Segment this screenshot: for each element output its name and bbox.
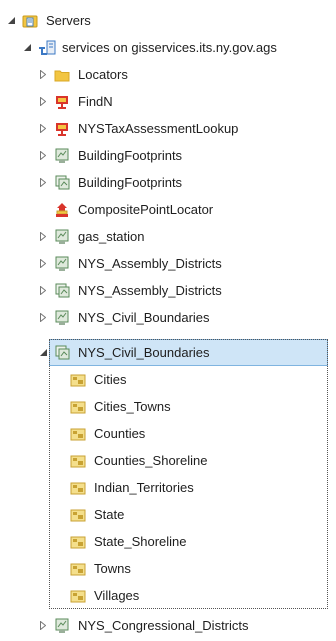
tree-node-label: NYSTaxAssessmentLookup bbox=[78, 121, 239, 136]
tree-node-label: BuildingFootprints bbox=[78, 148, 183, 163]
collapsed-arrow-icon[interactable] bbox=[38, 313, 48, 323]
tree-node-label: FindN bbox=[78, 94, 113, 109]
collapsed-arrow-icon[interactable] bbox=[38, 70, 48, 80]
map-service-icon bbox=[54, 618, 70, 634]
polygon-layer-icon bbox=[70, 480, 86, 496]
collapsed-arrow-icon[interactable] bbox=[38, 178, 48, 188]
tree-node-layer[interactable]: Towns bbox=[0, 555, 336, 582]
tree-node-service[interactable]: NYS_Civil_Boundaries bbox=[0, 304, 336, 331]
server-folder-icon bbox=[22, 13, 38, 29]
tree-node-layer[interactable]: State_Shoreline bbox=[0, 528, 336, 555]
tree-node-label: NYS_Civil_Boundaries bbox=[78, 345, 210, 360]
expanded-arrow-icon[interactable] bbox=[6, 16, 16, 26]
tree-node-layer[interactable]: Counties_Shoreline bbox=[0, 447, 336, 474]
map-service-icon bbox=[54, 310, 70, 326]
collapsed-arrow-icon[interactable] bbox=[38, 286, 48, 296]
tree-node-service[interactable]: CompositePointLocator bbox=[0, 196, 336, 223]
tree-node-label: Indian_Territories bbox=[94, 480, 194, 495]
tree-node-service[interactable]: NYS_Congressional_Districts bbox=[0, 612, 336, 639]
tree-node-service[interactable]: gas_station bbox=[0, 223, 336, 250]
map-service-icon bbox=[54, 148, 70, 164]
geoprocessing-service-icon bbox=[54, 94, 70, 110]
collapsed-arrow-icon[interactable] bbox=[38, 259, 48, 269]
tree-node-label: Servers bbox=[46, 13, 91, 28]
tree-node-layer[interactable]: Villages bbox=[0, 582, 336, 609]
tree-node-locators[interactable]: Locators bbox=[0, 61, 336, 88]
tree-node-layer[interactable]: Cities bbox=[0, 366, 336, 393]
tree-node-service[interactable]: NYS_Assembly_Districts bbox=[0, 250, 336, 277]
tree-node-label: Counties bbox=[94, 426, 146, 441]
tree-node-layer[interactable]: Indian_Territories bbox=[0, 474, 336, 501]
tree-node-service[interactable]: BuildingFootprints bbox=[0, 142, 336, 169]
expanded-arrow-icon[interactable] bbox=[22, 43, 32, 53]
tree-node-service[interactable]: NYS_Assembly_Districts bbox=[0, 277, 336, 304]
tree-node-label: BuildingFootprints bbox=[78, 175, 183, 190]
tree-node-layer[interactable]: Cities_Towns bbox=[0, 393, 336, 420]
collapsed-arrow-icon[interactable] bbox=[38, 97, 48, 107]
tree-node-label: NYS_Civil_Boundaries bbox=[78, 310, 210, 325]
tree-node-service-selected[interactable]: NYS_Civil_Boundaries bbox=[0, 339, 336, 366]
map-service-icon bbox=[54, 256, 70, 272]
tree-node-label: CompositePointLocator bbox=[78, 202, 214, 217]
tree-node-service[interactable]: BuildingFootprints bbox=[0, 169, 336, 196]
geocode-service-icon bbox=[54, 202, 70, 218]
tree-node-label: NYS_Assembly_Districts bbox=[78, 283, 222, 298]
polygon-layer-icon bbox=[70, 372, 86, 388]
tree-node-label: State_Shoreline bbox=[94, 534, 187, 549]
tree-node-label: Cities bbox=[94, 372, 127, 387]
folder-icon bbox=[54, 67, 70, 83]
polygon-layer-icon bbox=[70, 399, 86, 415]
tree-node-label: Locators bbox=[78, 67, 128, 82]
tree-node-layer[interactable]: State bbox=[0, 501, 336, 528]
tree-node-layer[interactable]: Counties bbox=[0, 420, 336, 447]
tree-node-servers[interactable]: Servers bbox=[0, 7, 336, 34]
polygon-layer-icon bbox=[70, 426, 86, 442]
tree-node-label: Villages bbox=[94, 588, 140, 603]
feature-service-icon bbox=[54, 283, 70, 299]
tree-node-label: NYS_Assembly_Districts bbox=[78, 256, 222, 271]
polygon-layer-icon bbox=[70, 534, 86, 550]
polygon-layer-icon bbox=[70, 507, 86, 523]
collapsed-arrow-icon[interactable] bbox=[38, 124, 48, 134]
tree-node-label: NYS_Congressional_Districts bbox=[78, 618, 249, 633]
polygon-layer-icon bbox=[70, 588, 86, 604]
catalog-tree: Servers services on gisservices.its.ny.g… bbox=[0, 0, 336, 641]
tree-node-label: Cities_Towns bbox=[94, 399, 171, 414]
polygon-layer-icon bbox=[70, 561, 86, 577]
collapsed-arrow-icon[interactable] bbox=[38, 621, 48, 631]
ags-connection-icon bbox=[38, 40, 56, 56]
tree-node-label: Towns bbox=[94, 561, 131, 576]
collapsed-arrow-icon[interactable] bbox=[38, 232, 48, 242]
tree-node-service[interactable]: FindN bbox=[0, 88, 336, 115]
tree-node-service[interactable]: NYSTaxAssessmentLookup bbox=[0, 115, 336, 142]
expanded-arrow-icon[interactable] bbox=[38, 348, 48, 358]
geoprocessing-service-icon bbox=[54, 121, 70, 137]
tree-node-label: services on gisservices.its.ny.gov.ags bbox=[62, 40, 277, 55]
polygon-layer-icon bbox=[70, 453, 86, 469]
map-service-icon bbox=[54, 229, 70, 245]
tree-node-connection[interactable]: services on gisservices.its.ny.gov.ags bbox=[0, 34, 336, 61]
tree-node-label: gas_station bbox=[78, 229, 145, 244]
tree-node-label: Counties_Shoreline bbox=[94, 453, 208, 468]
tree-node-label: State bbox=[94, 507, 125, 522]
feature-service-icon bbox=[54, 345, 70, 361]
feature-service-icon bbox=[54, 175, 70, 191]
collapsed-arrow-icon[interactable] bbox=[38, 151, 48, 161]
